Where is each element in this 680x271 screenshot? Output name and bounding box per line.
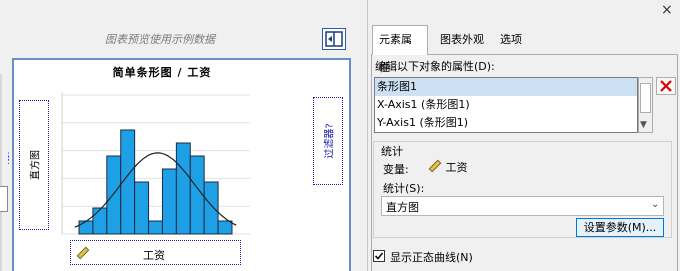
close-icon[interactable]: × [661, 2, 673, 18]
tab-element-properties[interactable]: 元素属性 [372, 25, 428, 74]
list-item[interactable]: 条形图1 [375, 78, 637, 96]
statistic-select[interactable] [381, 196, 664, 216]
statistic-label: 统计(S): [383, 182, 425, 195]
tab-chart-appearance[interactable]: 图表外观 [434, 28, 490, 52]
set-parameters-button[interactable]: 设置参数(M)... [576, 218, 664, 237]
histogram-bar[interactable] [161, 168, 177, 235]
variable-value: 工资 [428, 159, 468, 175]
tab-options[interactable]: 选项 [494, 28, 528, 52]
histogram-bar[interactable] [106, 155, 122, 235]
histogram-chart [61, 92, 250, 235]
delete-icon [660, 80, 672, 92]
edit-properties-label: 编辑以下对象的属性(D): [375, 60, 495, 73]
histogram-bar[interactable] [134, 181, 150, 235]
normal-curve-label[interactable]: 显示正态曲线(N) [390, 249, 473, 265]
list-item[interactable]: X-Axis1 (条形图1) [375, 96, 637, 114]
y-axis-drop-zone-label: 直方图 [30, 150, 42, 180]
ruler-icon [428, 159, 442, 173]
chevron-down-icon[interactable]: ▼ [640, 120, 647, 130]
ruler-icon [76, 246, 90, 260]
y-axis-drop-zone[interactable]: 直方图 [19, 100, 49, 230]
variable-name: 工资 [445, 161, 468, 174]
variable-label: 变量: [383, 163, 409, 176]
x-axis-drop-zone[interactable]: 工资 [70, 240, 241, 265]
filter-drop-zone-label: 过滤器? [324, 123, 336, 159]
delete-button[interactable] [656, 77, 676, 95]
chevron-down-icon[interactable]: ⌄ [651, 199, 659, 210]
histogram-bar[interactable] [92, 207, 108, 235]
x-axis-drop-zone-label: 工资 [143, 249, 165, 262]
histogram-bar[interactable] [217, 220, 233, 235]
checkmark-icon [374, 252, 384, 260]
scrollbar-thumb[interactable] [640, 83, 651, 113]
normal-curve-checkbox[interactable] [373, 250, 385, 262]
histogram-bar[interactable] [203, 181, 219, 235]
object-list[interactable]: 条形图1 X-Axis1 (条形图1) Y-Axis1 (条形图1) [374, 77, 638, 133]
histogram-bar[interactable] [148, 220, 163, 235]
filter-drop-zone[interactable]: 过滤器? [313, 97, 343, 185]
list-item[interactable]: Y-Axis1 (条形图1) [375, 114, 637, 132]
statistic-selected-value: 直方图 [386, 201, 419, 214]
statistics-group-title: 统计 [381, 145, 403, 158]
histogram-bar[interactable] [175, 142, 191, 235]
histogram-bar[interactable] [78, 220, 94, 235]
